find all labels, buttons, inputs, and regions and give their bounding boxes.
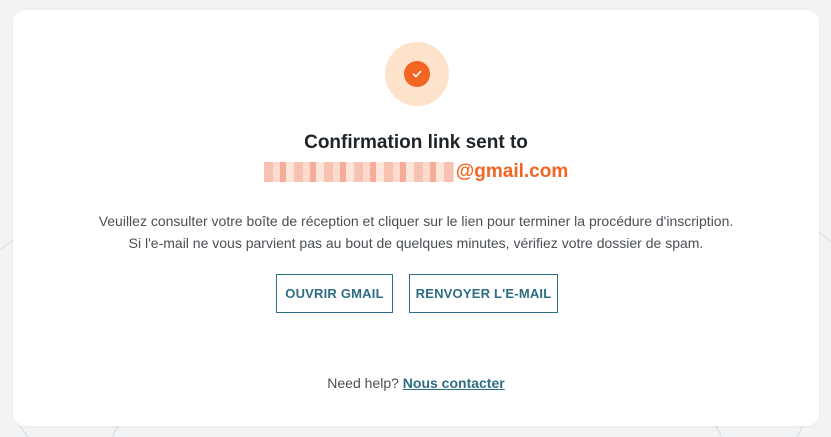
check-icon bbox=[404, 61, 430, 87]
help-line: Need help? Nous contacter bbox=[13, 375, 819, 391]
resend-email-button[interactable]: RENVOYER L'E-MAIL bbox=[409, 274, 558, 313]
instructions-line-1: Veuillez consulter votre boîte de récept… bbox=[98, 213, 734, 229]
instructions-line-2: Si l'e-mail ne vous parvient pas au bout… bbox=[128, 235, 704, 251]
redacted-email-user bbox=[263, 162, 454, 182]
email-address: @gmail.com bbox=[13, 161, 819, 183]
success-badge bbox=[385, 42, 449, 106]
email-domain: @gmail.com bbox=[455, 161, 569, 182]
confirmation-card: Confirmation link sent to @gmail.com Veu… bbox=[13, 10, 819, 426]
help-prefix: Need help? bbox=[327, 375, 399, 391]
confirmation-title: Confirmation link sent to bbox=[304, 132, 528, 153]
contact-us-link[interactable]: Nous contacter bbox=[403, 375, 505, 391]
instructions: Veuillez consulter votre boîte de récept… bbox=[13, 210, 819, 254]
open-gmail-button[interactable]: OUVRIR GMAIL bbox=[276, 274, 393, 313]
